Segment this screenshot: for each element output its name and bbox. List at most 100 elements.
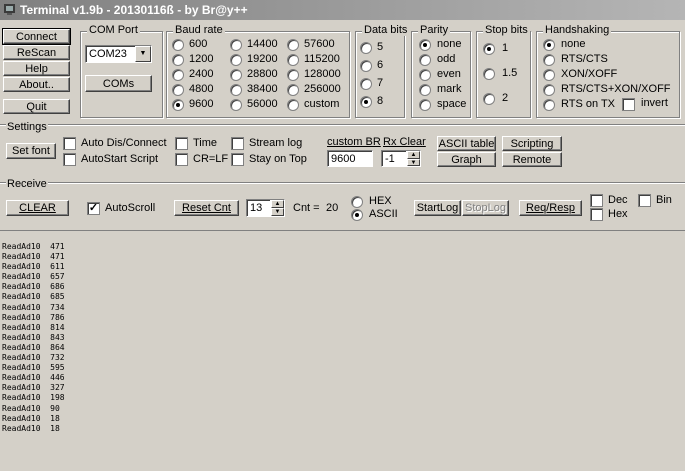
stop-bits-2-label: 2 bbox=[502, 92, 509, 104]
baud-56000-radio[interactable] bbox=[230, 99, 242, 111]
settings-divider bbox=[0, 124, 685, 126]
baud-19200-radio[interactable] bbox=[230, 54, 242, 66]
stream-log-checkbox[interactable] bbox=[231, 137, 244, 150]
spin-up-icon[interactable]: ▲ bbox=[407, 151, 420, 159]
hex-checkbox[interactable] bbox=[590, 208, 603, 221]
parity-even-radio[interactable] bbox=[419, 69, 431, 81]
baud-4800-radio[interactable] bbox=[172, 84, 184, 96]
baud-57600-radio[interactable] bbox=[287, 39, 299, 51]
time-checkbox[interactable] bbox=[175, 137, 188, 150]
remote-button[interactable]: Remote bbox=[502, 152, 562, 167]
baud-115200-radio[interactable] bbox=[287, 54, 299, 66]
receive-line: ReadAd10 686 bbox=[2, 282, 65, 292]
spin-up-icon[interactable]: ▲ bbox=[271, 200, 284, 208]
stream-log-label: Stream log bbox=[249, 137, 303, 149]
scripting-button[interactable]: Scripting bbox=[502, 136, 562, 151]
graph-button[interactable]: Graph bbox=[437, 152, 496, 167]
about-button[interactable]: About.. bbox=[3, 77, 70, 92]
set-font-button[interactable]: Set font bbox=[6, 143, 56, 159]
handshaking-rts-cts-xon-xoff-radio[interactable] bbox=[543, 84, 555, 96]
baud-2400-radio[interactable] bbox=[172, 69, 184, 81]
app-icon bbox=[4, 4, 15, 15]
baud-custom-label: custom bbox=[304, 98, 340, 110]
quit-button[interactable]: Quit bbox=[3, 99, 70, 114]
rx-clear-spinner[interactable]: ▲ ▼ bbox=[406, 151, 420, 166]
handshaking-xon-xoff-radio[interactable] bbox=[543, 69, 555, 81]
data-bits-7-radio[interactable] bbox=[360, 78, 372, 90]
req-resp-button[interactable]: Req/Resp bbox=[519, 200, 582, 216]
receive-line: ReadAd10 471 bbox=[2, 242, 65, 251]
spin-down-icon[interactable]: ▼ bbox=[271, 208, 284, 216]
rescan-button[interactable]: ReScan bbox=[3, 45, 70, 60]
data-bits-6-radio[interactable] bbox=[360, 60, 372, 72]
parity-mark-radio[interactable] bbox=[419, 84, 431, 96]
baud-28800-label: 28800 bbox=[247, 68, 278, 80]
coms-button[interactable]: COMs bbox=[85, 75, 152, 92]
scripting-label: Scripting bbox=[510, 137, 554, 150]
parity-odd-label: odd bbox=[437, 53, 456, 65]
invert-label: invert bbox=[641, 97, 668, 109]
cr-lf-checkbox[interactable] bbox=[175, 153, 188, 166]
baud-38400-label: 38400 bbox=[247, 83, 278, 95]
baud-38400-radio[interactable] bbox=[230, 84, 242, 96]
parity-space-radio[interactable] bbox=[419, 99, 431, 111]
chevron-down-icon[interactable]: ▼ bbox=[135, 46, 151, 62]
stop-bits-1-radio[interactable] bbox=[483, 43, 495, 55]
reset-cnt-button[interactable]: Reset Cnt bbox=[174, 200, 239, 216]
rx-clear-label: Rx Clear bbox=[383, 136, 426, 148]
invert-checkbox[interactable] bbox=[622, 98, 635, 111]
data-bits-7-label: 7 bbox=[377, 77, 384, 89]
custom-br-input[interactable]: 9600 bbox=[327, 150, 373, 167]
help-button[interactable]: Help bbox=[3, 61, 70, 76]
handshaking-none-radio[interactable] bbox=[543, 39, 555, 51]
baud-115200-label: 115200 bbox=[304, 53, 340, 65]
data-bits-5-label: 5 bbox=[377, 41, 384, 53]
baud-custom-radio[interactable] bbox=[287, 99, 299, 111]
auto-dis-connect-checkbox[interactable] bbox=[63, 137, 76, 150]
handshaking-rts-on-tx-radio[interactable] bbox=[543, 99, 555, 111]
dec-checkbox[interactable] bbox=[590, 194, 603, 207]
stop-bits-1-5-radio[interactable] bbox=[483, 68, 495, 80]
hex-radio[interactable] bbox=[351, 196, 363, 208]
autoscroll-checkbox[interactable]: ✓ bbox=[87, 202, 100, 215]
receive-line: ReadAd10 595 bbox=[2, 363, 65, 373]
baud-128000-radio[interactable] bbox=[287, 69, 299, 81]
reset-value-spinner[interactable]: ▲ ▼ bbox=[270, 200, 284, 216]
auto-dis-connect-label: Auto Dis/Connect bbox=[81, 137, 167, 149]
baud-1200-radio[interactable] bbox=[172, 54, 184, 66]
data-bits-8-radio[interactable] bbox=[360, 96, 372, 108]
baud-14400-radio[interactable] bbox=[230, 39, 242, 51]
receive-line: ReadAd10 864 bbox=[2, 342, 65, 352]
stop-bits-2-radio[interactable] bbox=[483, 93, 495, 105]
baud-1200-label: 1200 bbox=[189, 53, 214, 65]
parity-odd-radio[interactable] bbox=[419, 54, 431, 66]
baud-9600-label: 9600 bbox=[189, 98, 214, 110]
parity-none-radio[interactable] bbox=[419, 39, 431, 51]
baud-28800-radio[interactable] bbox=[230, 69, 242, 81]
graph-label: Graph bbox=[451, 153, 482, 166]
ascii-table-button[interactable]: ASCII table bbox=[437, 136, 496, 151]
startlog-button[interactable]: StartLog bbox=[414, 200, 461, 216]
ascii-radio[interactable] bbox=[351, 209, 363, 221]
autostart-script-checkbox[interactable] bbox=[63, 153, 76, 166]
baud-4800-label: 4800 bbox=[189, 83, 214, 95]
handshaking-rts-on-tx-label: RTS on TX bbox=[561, 98, 616, 110]
handshaking-rts-cts-radio[interactable] bbox=[543, 54, 555, 66]
receive-line: ReadAd10 657 bbox=[2, 272, 65, 282]
receive-text-area[interactable]: ReadAd10 471 ReadAd10 471 ReadAd10 611 Read… bbox=[0, 230, 685, 471]
receive-line: ReadAd10 18 bbox=[2, 413, 60, 423]
receive-line: ReadAd10 685 bbox=[2, 292, 65, 302]
clear-button[interactable]: CLEAR bbox=[6, 200, 69, 216]
receive-line: ReadAd10 786 bbox=[2, 312, 65, 322]
baud-2400-label: 2400 bbox=[189, 68, 214, 80]
connect-button[interactable]: Connect bbox=[2, 28, 71, 45]
spin-down-icon[interactable]: ▼ bbox=[407, 158, 420, 166]
data-bits-5-radio[interactable] bbox=[360, 42, 372, 54]
baud-9600-radio[interactable] bbox=[172, 99, 184, 111]
stay-on-top-checkbox[interactable] bbox=[231, 153, 244, 166]
baud-256000-radio[interactable] bbox=[287, 84, 299, 96]
baud-600-radio[interactable] bbox=[172, 39, 184, 51]
baud-19200-label: 19200 bbox=[247, 53, 278, 65]
bin-checkbox[interactable] bbox=[638, 194, 651, 207]
stop-bits-group-label: Stop bits bbox=[483, 24, 530, 36]
